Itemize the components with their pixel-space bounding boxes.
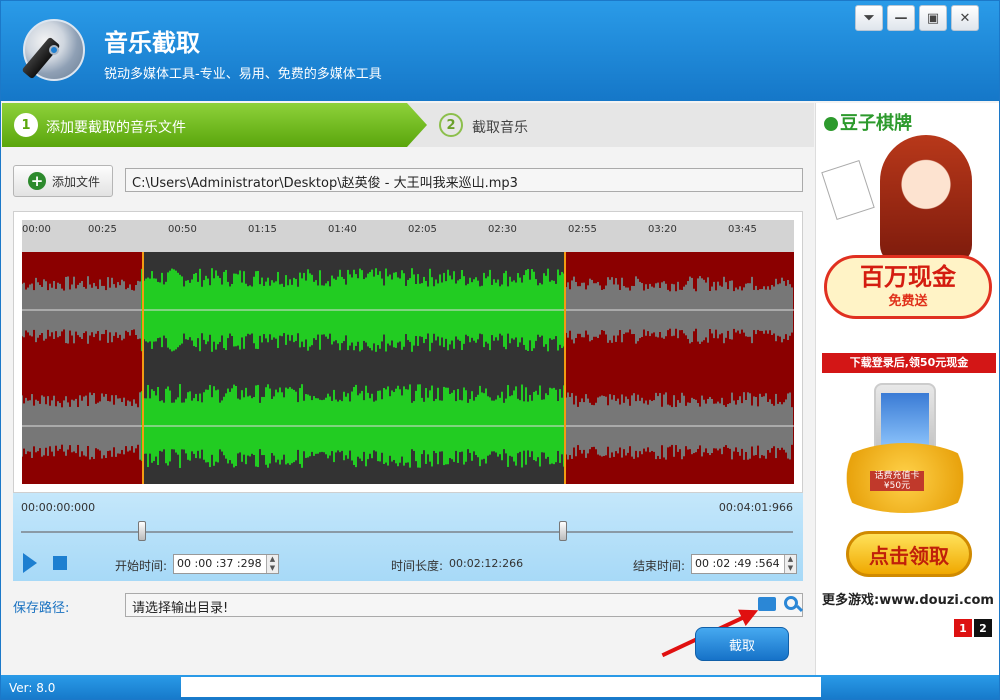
ruler-tick: 01:15 (248, 224, 277, 235)
menu-icon[interactable]: ⏷ (855, 5, 883, 31)
ad-pager: 1 2 (954, 619, 992, 637)
timeline-track[interactable] (21, 531, 793, 533)
ruler-tick: 02:30 (488, 224, 517, 235)
ruler-tick: 03:45 (728, 224, 757, 235)
step-add-file[interactable]: 1 添加要截取的音乐文件 (2, 103, 427, 147)
ad-brand: 豆子棋牌 (824, 109, 912, 135)
playing-cards-icon (821, 160, 875, 220)
start-time-label: 开始时间: (115, 559, 168, 573)
ruler-tick: 00:50 (168, 224, 197, 235)
end-time-input[interactable]: 00 :02 :49 :564 ▲ ▼ (691, 554, 797, 574)
ruler-tick: 00:25 (88, 224, 117, 235)
ruler-tick: 01:40 (328, 224, 357, 235)
music-cut-window: 音乐截取 锐动多媒体工具-专业、易用、免费的多媒体工具 ⏷ — ▣ ✕ 1 添加… (0, 0, 1000, 700)
start-time-value: 00 :00 :37 :298 (177, 557, 262, 570)
ad-promo-headline: 百万现金 免费送 (824, 255, 992, 319)
ruler-tick: 00:00 (22, 224, 51, 235)
start-marker[interactable] (142, 252, 144, 484)
end-time-label: 结束时间: (633, 559, 686, 573)
ad-page-1[interactable]: 1 (954, 619, 972, 637)
ad-panel[interactable]: 豆子棋牌 百万现金 免费送 下载登录后,领50元现金 话费充值卡 ¥50元 点击领… (815, 103, 999, 675)
ruler-tick: 02:05 (408, 224, 437, 235)
step-number: 2 (439, 113, 463, 137)
leaf-icon (824, 117, 838, 131)
spinner-arrows-icon[interactable]: ▲ ▼ (266, 555, 278, 573)
coupon-badge: 话费充值卡 ¥50元 (870, 471, 924, 491)
step-label: 添加要截取的音乐文件 (46, 120, 186, 136)
search-icon[interactable] (784, 596, 798, 610)
ad-page-2[interactable]: 2 (974, 619, 992, 637)
mascot-illustration (880, 135, 972, 265)
step-bar: 1 添加要截取的音乐文件 2 截取音乐 (2, 103, 814, 147)
step-label: 截取音乐 (472, 120, 528, 136)
ad-promo-banner: 下载登录后,领50元现金 (822, 353, 996, 373)
timeline-end-time: 00:04:01:966 (718, 501, 793, 514)
waveform-panel: 00:00 00:25 00:50 01:15 01:40 02:05 02:3… (13, 211, 803, 493)
add-file-label: 添加文件 (52, 174, 101, 189)
version-label: Ver: 8.0 (9, 681, 56, 695)
plus-icon: + (28, 172, 46, 190)
step-number: 1 (14, 113, 38, 137)
file-path-field[interactable]: C:\Users\Administrator\Desktop\赵英俊 - 大王叫… (125, 168, 803, 192)
add-file-button[interactable]: + 添加文件 (13, 165, 113, 197)
window-controls: ⏷ — ▣ ✕ (855, 5, 979, 31)
spinner-arrows-icon[interactable]: ▲ ▼ (784, 555, 796, 573)
timeline-panel: 00:00:00:000 00:04:01:966 开始时间: 00 :00 :… (13, 493, 803, 581)
save-path-field[interactable]: 请选择输出目录! (125, 593, 803, 617)
save-path-placeholder: 请选择输出目录! (132, 601, 229, 616)
stop-icon[interactable] (53, 556, 67, 570)
duration-value: 00:02:12:266 (449, 557, 524, 570)
end-time-value: 00 :02 :49 :564 (695, 557, 780, 570)
start-time-input[interactable]: 00 :00 :37 :298 ▲ ▼ (173, 554, 279, 574)
end-marker[interactable] (564, 252, 566, 484)
duration-label: 时间长度: (391, 559, 444, 573)
cut-button[interactable]: 截取 (695, 627, 789, 661)
app-title: 音乐截取 (104, 29, 200, 57)
ruler-tick: 03:20 (648, 224, 677, 235)
folder-icon[interactable] (758, 597, 776, 611)
claim-button[interactable]: 点击领取 (846, 531, 972, 577)
close-icon[interactable]: ✕ (951, 5, 979, 31)
app-logo-icon (21, 19, 85, 81)
maximize-icon[interactable]: ▣ (919, 5, 947, 31)
save-path-label: 保存路径: (13, 601, 70, 616)
waveform-display[interactable] (22, 252, 794, 484)
play-icon[interactable] (23, 553, 37, 573)
progress-bar (181, 677, 821, 697)
ruler-tick: 02:55 (568, 224, 597, 235)
title-bar: 音乐截取 锐动多媒体工具-专业、易用、免费的多媒体工具 ⏷ — ▣ ✕ (1, 1, 999, 101)
status-bar: Ver: 8.0 (1, 675, 999, 699)
waveform-graph (22, 268, 794, 468)
timeline-start-time: 00:00:00:000 (21, 501, 96, 514)
minimize-icon[interactable]: — (887, 5, 915, 31)
app-subtitle: 锐动多媒体工具-专业、易用、免费的多媒体工具 (104, 67, 382, 82)
end-handle[interactable] (559, 521, 567, 541)
start-handle[interactable] (138, 521, 146, 541)
more-games-link[interactable]: 更多游戏:www.douzi.com (822, 589, 994, 608)
